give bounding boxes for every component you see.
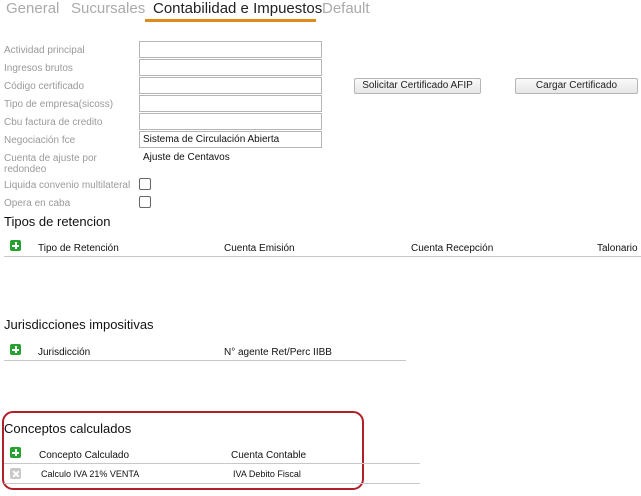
codigo-certificado-label: Código certificado (4, 81, 85, 92)
retenciones-header-divider (4, 256, 641, 257)
solicitar-certificado-afip-button[interactable]: Solicitar Certificado AFIP (354, 78, 481, 94)
col-concepto-calculado: Concepto Calculado (39, 450, 130, 461)
jurisdicciones-title: Jurisdicciones impositivas (4, 317, 154, 332)
conceptos-row-divider (4, 483, 420, 484)
conceptos-header-divider (4, 463, 420, 464)
ingresos-brutos-label: Ingresos brutos (4, 63, 73, 74)
actividad-principal-input[interactable] (139, 41, 322, 58)
actividad-principal-label: Actividad principal (4, 45, 85, 56)
negociacion-fce-select[interactable]: Sistema de Circulación Abierta (139, 131, 322, 148)
cbu-factura-input[interactable] (139, 113, 322, 130)
concepto-cell: Calculo IVA 21% VENTA (41, 469, 140, 479)
col-tipo-retencion: Tipo de Retención (38, 243, 119, 254)
cbu-factura-label: Cbu factura de credito (4, 117, 103, 128)
tipo-empresa-label: Tipo de empresa(sicoss) (4, 99, 114, 110)
active-tab-indicator (145, 19, 316, 22)
conceptos-title: Conceptos calculados (4, 421, 132, 436)
negociacion-fce-label: Negociación fce (4, 135, 76, 146)
liquida-convenio-label: Liquida convenio multilateral (4, 180, 131, 191)
tab-sucursales[interactable]: Sucursales (71, 0, 145, 18)
col-jurisdiccion: Jurisdicción (38, 347, 91, 358)
col-cuenta-contable: Cuenta Contable (231, 450, 307, 461)
delete-concepto-icon[interactable] (10, 468, 21, 479)
add-retencion-icon[interactable] (10, 240, 21, 251)
opera-caba-checkbox[interactable] (139, 196, 151, 208)
cuenta-ajuste-label: Cuenta de ajuste por redondeo (4, 153, 97, 175)
codigo-certificado-input[interactable] (139, 77, 322, 94)
col-cuenta-recepcion: Cuenta Recepción (411, 243, 494, 254)
cuenta-contable-cell: IVA Debito Fiscal (233, 469, 301, 479)
col-cuenta-emision: Cuenta Emisión (224, 243, 295, 254)
add-jurisdiccion-icon[interactable] (10, 344, 21, 355)
jurisdicciones-header-divider (4, 360, 406, 361)
tab-general[interactable]: General (6, 0, 59, 18)
retenciones-title: Tipos de retencion (4, 214, 111, 229)
liquida-convenio-checkbox[interactable] (139, 178, 151, 190)
tab-default[interactable]: Default (322, 0, 370, 18)
add-concepto-icon[interactable] (10, 447, 21, 458)
col-talonario: Talonario (597, 243, 638, 254)
opera-caba-label: Opera en caba (4, 198, 71, 209)
tipo-empresa-input[interactable] (139, 95, 322, 112)
ingresos-brutos-input[interactable] (139, 59, 322, 76)
cargar-certificado-button[interactable]: Cargar Certificado (515, 78, 638, 94)
col-agente-ret-perc: N° agente Ret/Perc IIBB (224, 347, 332, 358)
tab-contabilidad-impuestos[interactable]: Contabilidad e Impuestos (153, 0, 322, 18)
cuenta-ajuste-value[interactable]: Ajuste de Centavos (143, 152, 230, 164)
